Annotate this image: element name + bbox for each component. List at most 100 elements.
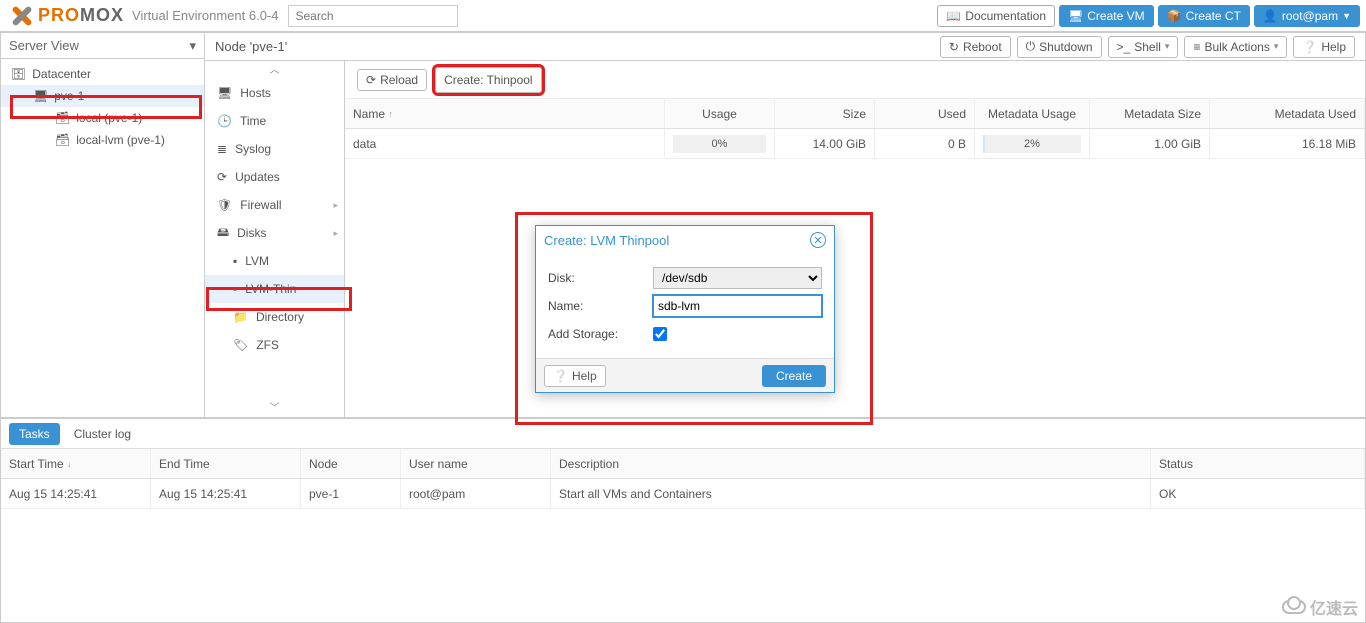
cell-size: 14.00 GiB <box>775 129 875 158</box>
menu-icon: ≣ <box>217 142 227 156</box>
col-description[interactable]: Description <box>551 449 1151 478</box>
chevron-down-icon: ▼ <box>1342 11 1351 21</box>
user-menu-button[interactable]: 👤 root@pam ▼ <box>1254 5 1360 27</box>
col-node[interactable]: Node <box>301 449 401 478</box>
server-view-panel: Server View ▾ 🗄Datacenter🖥pve-1🗃local (p… <box>0 32 205 418</box>
sidemenu-zfs[interactable]: 🏷ZFS <box>205 331 344 359</box>
scroll-down-icon[interactable]: ﹀ <box>205 399 344 417</box>
menu-icon: 🖥 <box>217 86 232 100</box>
sidemenu-disks[interactable]: 🖴 Disks ▸ <box>205 219 344 247</box>
refresh-icon: ↻ <box>949 40 959 54</box>
chevron-down-icon: ▾ <box>189 38 196 54</box>
cell-user: root@pam <box>401 479 551 508</box>
search-input[interactable] <box>288 5 458 27</box>
name-input[interactable] <box>653 295 822 317</box>
bulk-actions-button[interactable]: ≡Bulk Actions▾ <box>1184 36 1287 58</box>
dialog-create-button[interactable]: Create <box>762 365 826 387</box>
task-grid-header: Start Time ↓ End Time Node User name Des… <box>1 449 1365 479</box>
thinpool-row[interactable]: data0%14.00 GiB0 B2%1.00 GiB16.18 MiB <box>345 129 1365 159</box>
sidemenu-time[interactable]: 🕒Time <box>205 107 344 135</box>
shell-button[interactable]: >_Shell▾ <box>1108 36 1179 58</box>
sidemenu-updates[interactable]: ⟳Updates <box>205 163 344 191</box>
col-end-time[interactable]: End Time <box>151 449 301 478</box>
cell-end: Aug 15 14:25:41 <box>151 479 301 508</box>
help-button[interactable]: ❔Help <box>1293 36 1355 58</box>
col-user[interactable]: User name <box>401 449 551 478</box>
cell-name: data <box>345 129 665 158</box>
tab-cluster-log[interactable]: Cluster log <box>64 423 141 445</box>
reboot-button[interactable]: ↻Reboot <box>940 36 1011 58</box>
node-side-menu: ︿ 🖥 Hosts 🕒Time≣Syslog⟳Updates🛡Firewall▸ 🖴 D… <box>205 61 345 417</box>
create-vm-button[interactable]: 🖥 Create VM <box>1059 5 1154 27</box>
help-icon: ❔ <box>1302 40 1317 54</box>
terminal-icon: >_ <box>1117 40 1131 54</box>
col-used[interactable]: Used <box>875 99 975 128</box>
dialog-help-button[interactable]: ❔Help <box>544 365 606 387</box>
chevron-down-icon: ▾ <box>1165 41 1170 52</box>
col-size[interactable]: Size <box>775 99 875 128</box>
sort-desc-icon: ↓ <box>67 459 72 469</box>
book-icon: 📖 <box>946 9 961 23</box>
dialog-title: Create: LVM Thinpool <box>544 233 669 248</box>
cell-used: 0 B <box>875 129 975 158</box>
menu-label: Hosts <box>240 86 271 100</box>
col-name[interactable]: Name ↑ <box>345 99 665 128</box>
task-log-panel: Tasks Cluster log Start Time ↓ End Time … <box>0 418 1366 623</box>
close-icon[interactable]: ✕ <box>810 232 826 248</box>
grid-header: Name ↑ Usage Size Used Metadata Usage Me… <box>345 99 1365 129</box>
menu-icon: 🖴 <box>217 223 229 244</box>
scroll-up-icon[interactable]: ︿ <box>205 61 344 79</box>
col-metadata-used[interactable]: Metadata Used <box>1210 99 1365 128</box>
sidemenu-firewall[interactable]: 🛡Firewall▸ <box>205 191 344 219</box>
menu-icon: ▪ <box>233 254 237 268</box>
tree-item-pve-1[interactable]: 🖥pve-1 <box>1 85 204 107</box>
tab-tasks[interactable]: Tasks <box>9 423 60 445</box>
tree-item-datacenter[interactable]: 🗄Datacenter <box>1 63 204 85</box>
menu-label: Directory <box>256 310 304 324</box>
dialog-header[interactable]: Create: LVM Thinpool ✕ <box>536 226 834 254</box>
tree-item-local-lvm-pve-1-[interactable]: 🗃local-lvm (pve-1) <box>1 129 204 151</box>
col-metadata-size[interactable]: Metadata Size <box>1090 99 1210 128</box>
col-metadata-usage[interactable]: Metadata Usage <box>975 99 1090 128</box>
cell-metadata-used: 16.18 MiB <box>1210 129 1365 158</box>
create-thinpool-button[interactable]: Create: Thinpool <box>435 67 542 93</box>
sidemenu-syslog[interactable]: ≣Syslog <box>205 135 344 163</box>
watermark: 亿速云 <box>1282 595 1358 619</box>
cell-desc: Start all VMs and Containers <box>551 479 1151 508</box>
col-start-time[interactable]: Start Time ↓ <box>1 449 151 478</box>
menu-icon: 🏷 <box>233 338 248 352</box>
sidemenu-lvm[interactable]: ▪ LVM <box>205 247 344 275</box>
col-usage[interactable]: Usage <box>665 99 775 128</box>
reload-button[interactable]: ⟳Reload <box>357 69 427 91</box>
sidemenu-lvm-thin[interactable]: ▫LVM-Thin <box>205 275 344 303</box>
menu-icon: 📁 <box>233 310 248 324</box>
documentation-button[interactable]: 📖 Documentation <box>937 5 1055 27</box>
create-ct-button[interactable]: 📦 Create CT <box>1158 5 1250 27</box>
logo-text: PROMOX <box>38 5 124 26</box>
cell-start: Aug 15 14:25:41 <box>1 479 151 508</box>
cell-usage: 0% <box>665 129 775 158</box>
sidemenu-directory[interactable]: 📁 Directory <box>205 303 344 331</box>
chevron-down-icon: ▾ <box>1274 41 1279 52</box>
sidemenu-hosts[interactable]: 🖥 Hosts <box>205 79 344 107</box>
add-storage-checkbox[interactable] <box>653 327 667 341</box>
resource-tree: 🗄Datacenter🖥pve-1🗃local (pve-1)🗃local-lv… <box>1 59 204 417</box>
tree-item-local-pve-1-[interactable]: 🗃local (pve-1) <box>1 107 204 129</box>
menu-label: Disks <box>237 226 266 240</box>
shutdown-button[interactable]: ⏻Shutdown <box>1017 36 1102 58</box>
view-selector[interactable]: Server View ▾ <box>1 33 204 59</box>
menu-icon: 🛡 <box>217 198 232 212</box>
tree-icon: 🗄 <box>11 67 26 81</box>
menu-icon: 🕒 <box>217 114 232 128</box>
menu-icon: ▫ <box>233 282 237 296</box>
chevron-right-icon: ▸ <box>333 228 338 239</box>
sort-asc-icon: ↑ <box>388 109 393 119</box>
top-header: PROMOX Virtual Environment 6.0-4 📖 Docum… <box>0 0 1366 32</box>
col-status[interactable]: Status <box>1151 449 1365 478</box>
task-row[interactable]: Aug 15 14:25:41Aug 15 14:25:41pve-1root@… <box>1 479 1365 509</box>
thinpool-grid: Name ↑ Usage Size Used Metadata Usage Me… <box>345 99 1365 417</box>
node-title: Node 'pve-1' <box>215 39 287 54</box>
user-icon: 👤 <box>1263 9 1278 23</box>
menu-label: LVM <box>245 254 269 268</box>
disk-select[interactable]: /dev/sdb <box>653 267 822 289</box>
